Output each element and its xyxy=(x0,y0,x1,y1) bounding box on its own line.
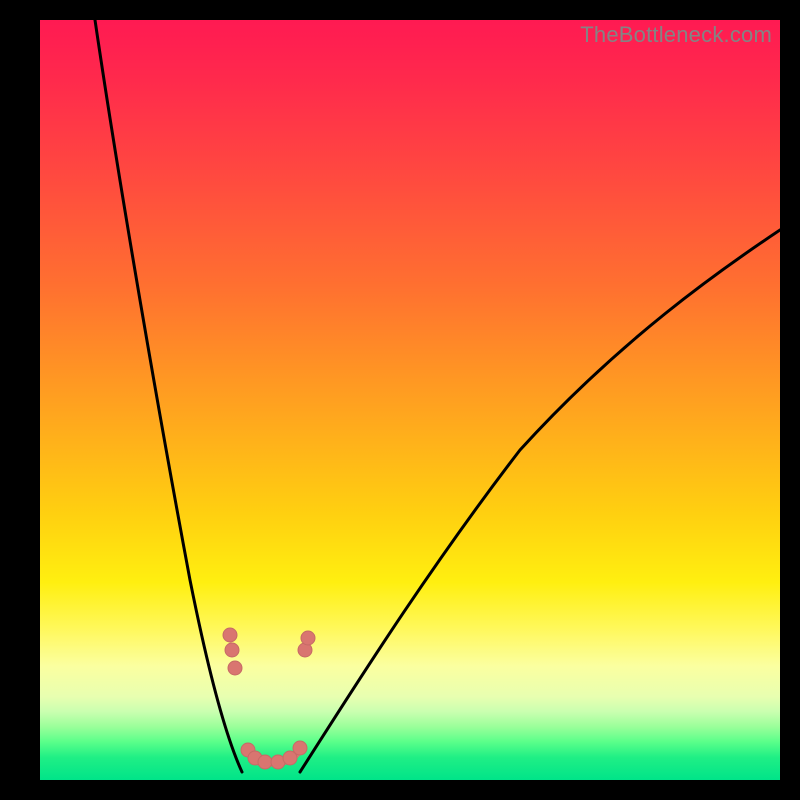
marker-dot xyxy=(225,643,239,657)
marker-dot xyxy=(223,628,237,642)
curve-left-branch xyxy=(95,20,242,772)
chart-frame: TheBottleneck.com xyxy=(0,0,800,800)
marker-group xyxy=(223,628,315,769)
curve-right-branch xyxy=(300,230,780,772)
curve-layer xyxy=(40,20,780,780)
marker-dot xyxy=(228,661,242,675)
marker-dot xyxy=(293,741,307,755)
marker-dot xyxy=(301,631,315,645)
marker-dot xyxy=(258,755,272,769)
plot-area: TheBottleneck.com xyxy=(40,20,780,780)
